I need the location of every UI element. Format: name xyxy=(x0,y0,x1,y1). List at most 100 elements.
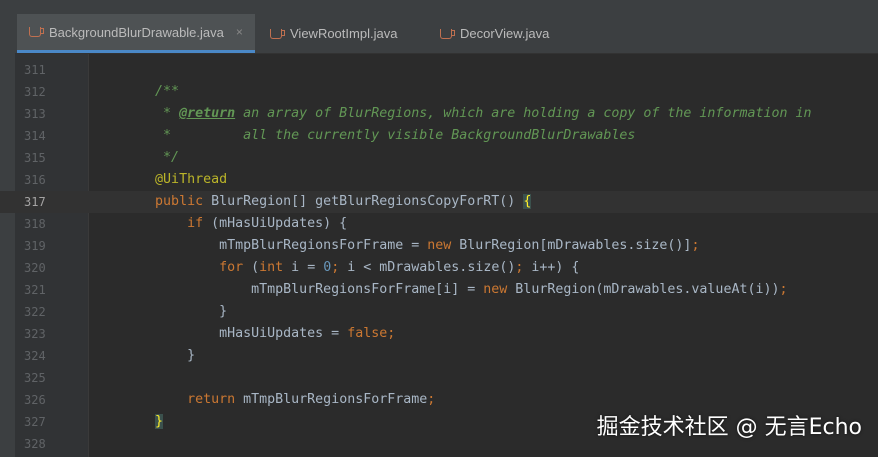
code-token: ( xyxy=(243,260,260,275)
code-text: mTmpBlurRegionsForFrame = new BlurRegion… xyxy=(91,235,699,257)
code-token: ; xyxy=(427,392,436,407)
java-file-icon xyxy=(440,28,455,39)
code-token: { xyxy=(523,194,532,209)
tab-background-blur-drawable[interactable]: BackgroundBlurDrawable.java × xyxy=(17,14,255,53)
code-text: if (mHasUiUpdates) { xyxy=(91,213,347,235)
tab-label: ViewRootImpl.java xyxy=(290,26,398,41)
code-token: ; xyxy=(331,260,348,275)
code-line[interactable]: 325 xyxy=(0,367,878,389)
code-text: mHasUiUpdates = false; xyxy=(91,323,395,345)
code-line[interactable]: 319 mTmpBlurRegionsForFrame = new BlurRe… xyxy=(0,235,878,257)
code-text: return mTmpBlurRegionsForFrame; xyxy=(91,389,435,411)
close-tab-icon[interactable]: × xyxy=(236,25,243,39)
code-token: @UiThread xyxy=(155,172,228,187)
code-token: ; xyxy=(515,260,532,275)
tab-label: BackgroundBlurDrawable.java xyxy=(49,24,224,40)
line-number: 328 xyxy=(24,437,46,451)
code-line[interactable]: 320 for (int i = 0; i < mDrawables.size(… xyxy=(0,257,878,279)
code-token: i++) { xyxy=(531,260,580,275)
code-line[interactable]: 324 } xyxy=(0,345,878,367)
code-token: BlurRegion[] getBlurRegionsCopyForRT() xyxy=(203,194,524,209)
code-line[interactable]: 312 /** xyxy=(0,81,878,103)
line-number: 317 xyxy=(24,195,46,209)
window-top-bar xyxy=(0,0,878,14)
code-text: } xyxy=(91,411,164,433)
code-token: } xyxy=(155,414,164,429)
code-line[interactable]: 317 public BlurRegion[] getBlurRegionsCo… xyxy=(0,191,878,213)
code-token: for xyxy=(219,260,244,275)
code-text: } xyxy=(91,301,227,323)
code-editor[interactable]: 311 312 /** 313 * @return an array of Blur… xyxy=(0,59,878,455)
code-line[interactable]: 326 return mTmpBlurRegionsForFrame; xyxy=(0,389,878,411)
code-token: an array of BlurRegions, which are holdi… xyxy=(235,106,812,121)
code-text: } xyxy=(91,345,195,367)
code-token: ; xyxy=(387,326,396,341)
code-text: mTmpBlurRegionsForFrame[i] = new BlurReg… xyxy=(91,279,787,301)
code-text: for (int i = 0; i < mDrawables.size(); i… xyxy=(91,257,579,279)
line-number: 315 xyxy=(24,151,46,165)
code-text: * all the currently visible BackgroundBl… xyxy=(91,125,635,147)
java-file-icon xyxy=(29,27,44,37)
tab-decor-view[interactable]: DecorView.java xyxy=(440,14,549,53)
code-token: } xyxy=(91,348,196,363)
code-token: mHasUiUpdates = xyxy=(91,326,348,341)
code-text: public BlurRegion[] getBlurRegionsCopyFo… xyxy=(91,191,532,213)
code-token: false xyxy=(347,326,388,341)
tab-view-root-impl[interactable]: ViewRootImpl.java xyxy=(270,14,397,53)
line-number: 323 xyxy=(24,327,46,341)
code-line[interactable]: 311 xyxy=(0,59,878,81)
code-token: BlurRegion[mDrawables.size()] xyxy=(451,238,692,253)
line-number: 313 xyxy=(24,107,46,121)
code-line[interactable]: 323 mHasUiUpdates = false; xyxy=(0,323,878,345)
code-token: * xyxy=(91,106,180,121)
code-token: if xyxy=(187,216,204,231)
code-line[interactable]: 321 mTmpBlurRegionsForFrame[i] = new Blu… xyxy=(0,279,878,301)
code-text: /** xyxy=(91,81,179,103)
line-number: 314 xyxy=(24,129,46,143)
editor-tab-bar: BackgroundBlurDrawable.java × ViewRootIm… xyxy=(0,14,878,54)
line-number: 318 xyxy=(24,217,46,231)
line-number: 316 xyxy=(24,173,46,187)
line-number: 326 xyxy=(24,393,46,407)
code-line[interactable]: 315 */ xyxy=(0,147,878,169)
code-token: i < mDrawables.size() xyxy=(347,260,516,275)
line-number: 322 xyxy=(24,305,46,319)
code-token: new xyxy=(483,282,508,297)
code-line[interactable]: 318 if (mHasUiUpdates) { xyxy=(0,213,878,235)
code-line[interactable]: 316 @UiThread xyxy=(0,169,878,191)
line-number: 325 xyxy=(24,371,46,385)
code-token: } xyxy=(91,304,228,319)
line-number: 311 xyxy=(24,63,46,77)
code-token: i = xyxy=(283,260,324,275)
code-line[interactable]: 313 * @return an array of BlurRegions, w… xyxy=(0,103,878,125)
code-token: ; xyxy=(691,238,700,253)
code-token: new xyxy=(427,238,452,253)
code-token: return xyxy=(187,392,236,407)
line-number: 327 xyxy=(24,415,46,429)
code-line[interactable]: 314 * all the currently visible Backgrou… xyxy=(0,125,878,147)
code-token: @return xyxy=(179,106,236,121)
line-number: 312 xyxy=(24,85,46,99)
code-token: public xyxy=(155,194,204,209)
code-token: * all the currently visible BackgroundBl… xyxy=(91,128,636,143)
tab-label: DecorView.java xyxy=(460,26,550,41)
code-text: */ xyxy=(91,147,179,169)
code-token: BlurRegion(mDrawables.valueAt(i)) xyxy=(507,282,780,297)
line-number: 324 xyxy=(24,349,46,363)
watermark: 掘金技术社区 @ 无言Echo xyxy=(596,415,862,440)
code-token: mTmpBlurRegionsForFrame xyxy=(235,392,428,407)
code-token: mTmpBlurRegionsForFrame[i] = xyxy=(91,282,484,297)
code-token: (mHasUiUpdates) { xyxy=(203,216,348,231)
code-line[interactable]: 322 } xyxy=(0,301,878,323)
code-text: * @return an array of BlurRegions, which… xyxy=(91,103,812,125)
code-token: mTmpBlurRegionsForFrame = xyxy=(91,238,428,253)
code-token: /** xyxy=(155,84,180,99)
line-number: 319 xyxy=(24,239,46,253)
